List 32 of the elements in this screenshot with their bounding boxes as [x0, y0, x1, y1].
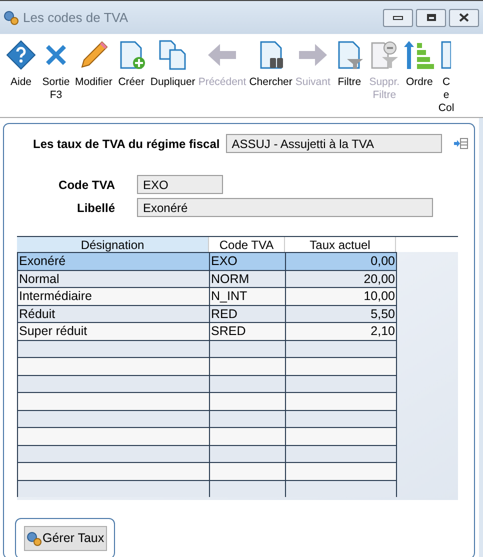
toolbar-button[interactable]: Modifier	[74, 39, 114, 89]
maximize-button[interactable]	[416, 8, 446, 26]
minimize-button[interactable]	[383, 8, 413, 26]
toolbar-button[interactable]: Chercher	[248, 39, 294, 89]
toolbar-button[interactable]: Créer	[114, 39, 148, 89]
document-icon	[441, 39, 452, 71]
close-button[interactable]	[449, 8, 479, 26]
toolbar-button[interactable]: Aide	[4, 39, 38, 89]
toolbar-button[interactable]: C e Col	[437, 39, 456, 115]
table-row[interactable]: Normal NORM 20,00	[18, 270, 397, 287]
column-header[interactable]: Désignation	[17, 237, 209, 252]
manage-rates-button[interactable]: Gérer Taux	[24, 526, 106, 551]
documents-icon	[156, 39, 189, 71]
toolbar-button[interactable]: Ordre	[402, 39, 436, 89]
toolbar-button[interactable]: Filtre	[332, 39, 366, 89]
input-field[interactable]: Exonéré	[137, 198, 433, 217]
window-title: Les codes de TVA	[23, 8, 128, 27]
table-row[interactable]: Super réduit SRED 2,10	[18, 322, 397, 340]
table-row[interactable]: Exonéré EXO 0,00	[18, 252, 397, 270]
toolbar-button[interactable]: Sortie F3	[39, 39, 73, 102]
toolbar-button[interactable]: Dupliquer	[149, 39, 196, 89]
help-icon	[5, 39, 37, 71]
regime-label: Les taux de TVA du régime fiscal	[33, 136, 220, 152]
table-row[interactable]: Réduit RED 5,50	[18, 304, 397, 322]
sort-icon	[403, 39, 436, 71]
field-label: Code TVA	[58, 176, 116, 194]
close-icon	[459, 13, 469, 22]
list-arrow-icon[interactable]	[454, 138, 468, 149]
regime-field[interactable]: ASSUJ - Assujetti à la TVA	[226, 134, 442, 153]
field-label: Libellé	[76, 200, 116, 216]
input-field[interactable]: EXO	[137, 175, 223, 194]
table-row[interactable]: Intermédiaire N_INT 10,00	[18, 287, 397, 304]
